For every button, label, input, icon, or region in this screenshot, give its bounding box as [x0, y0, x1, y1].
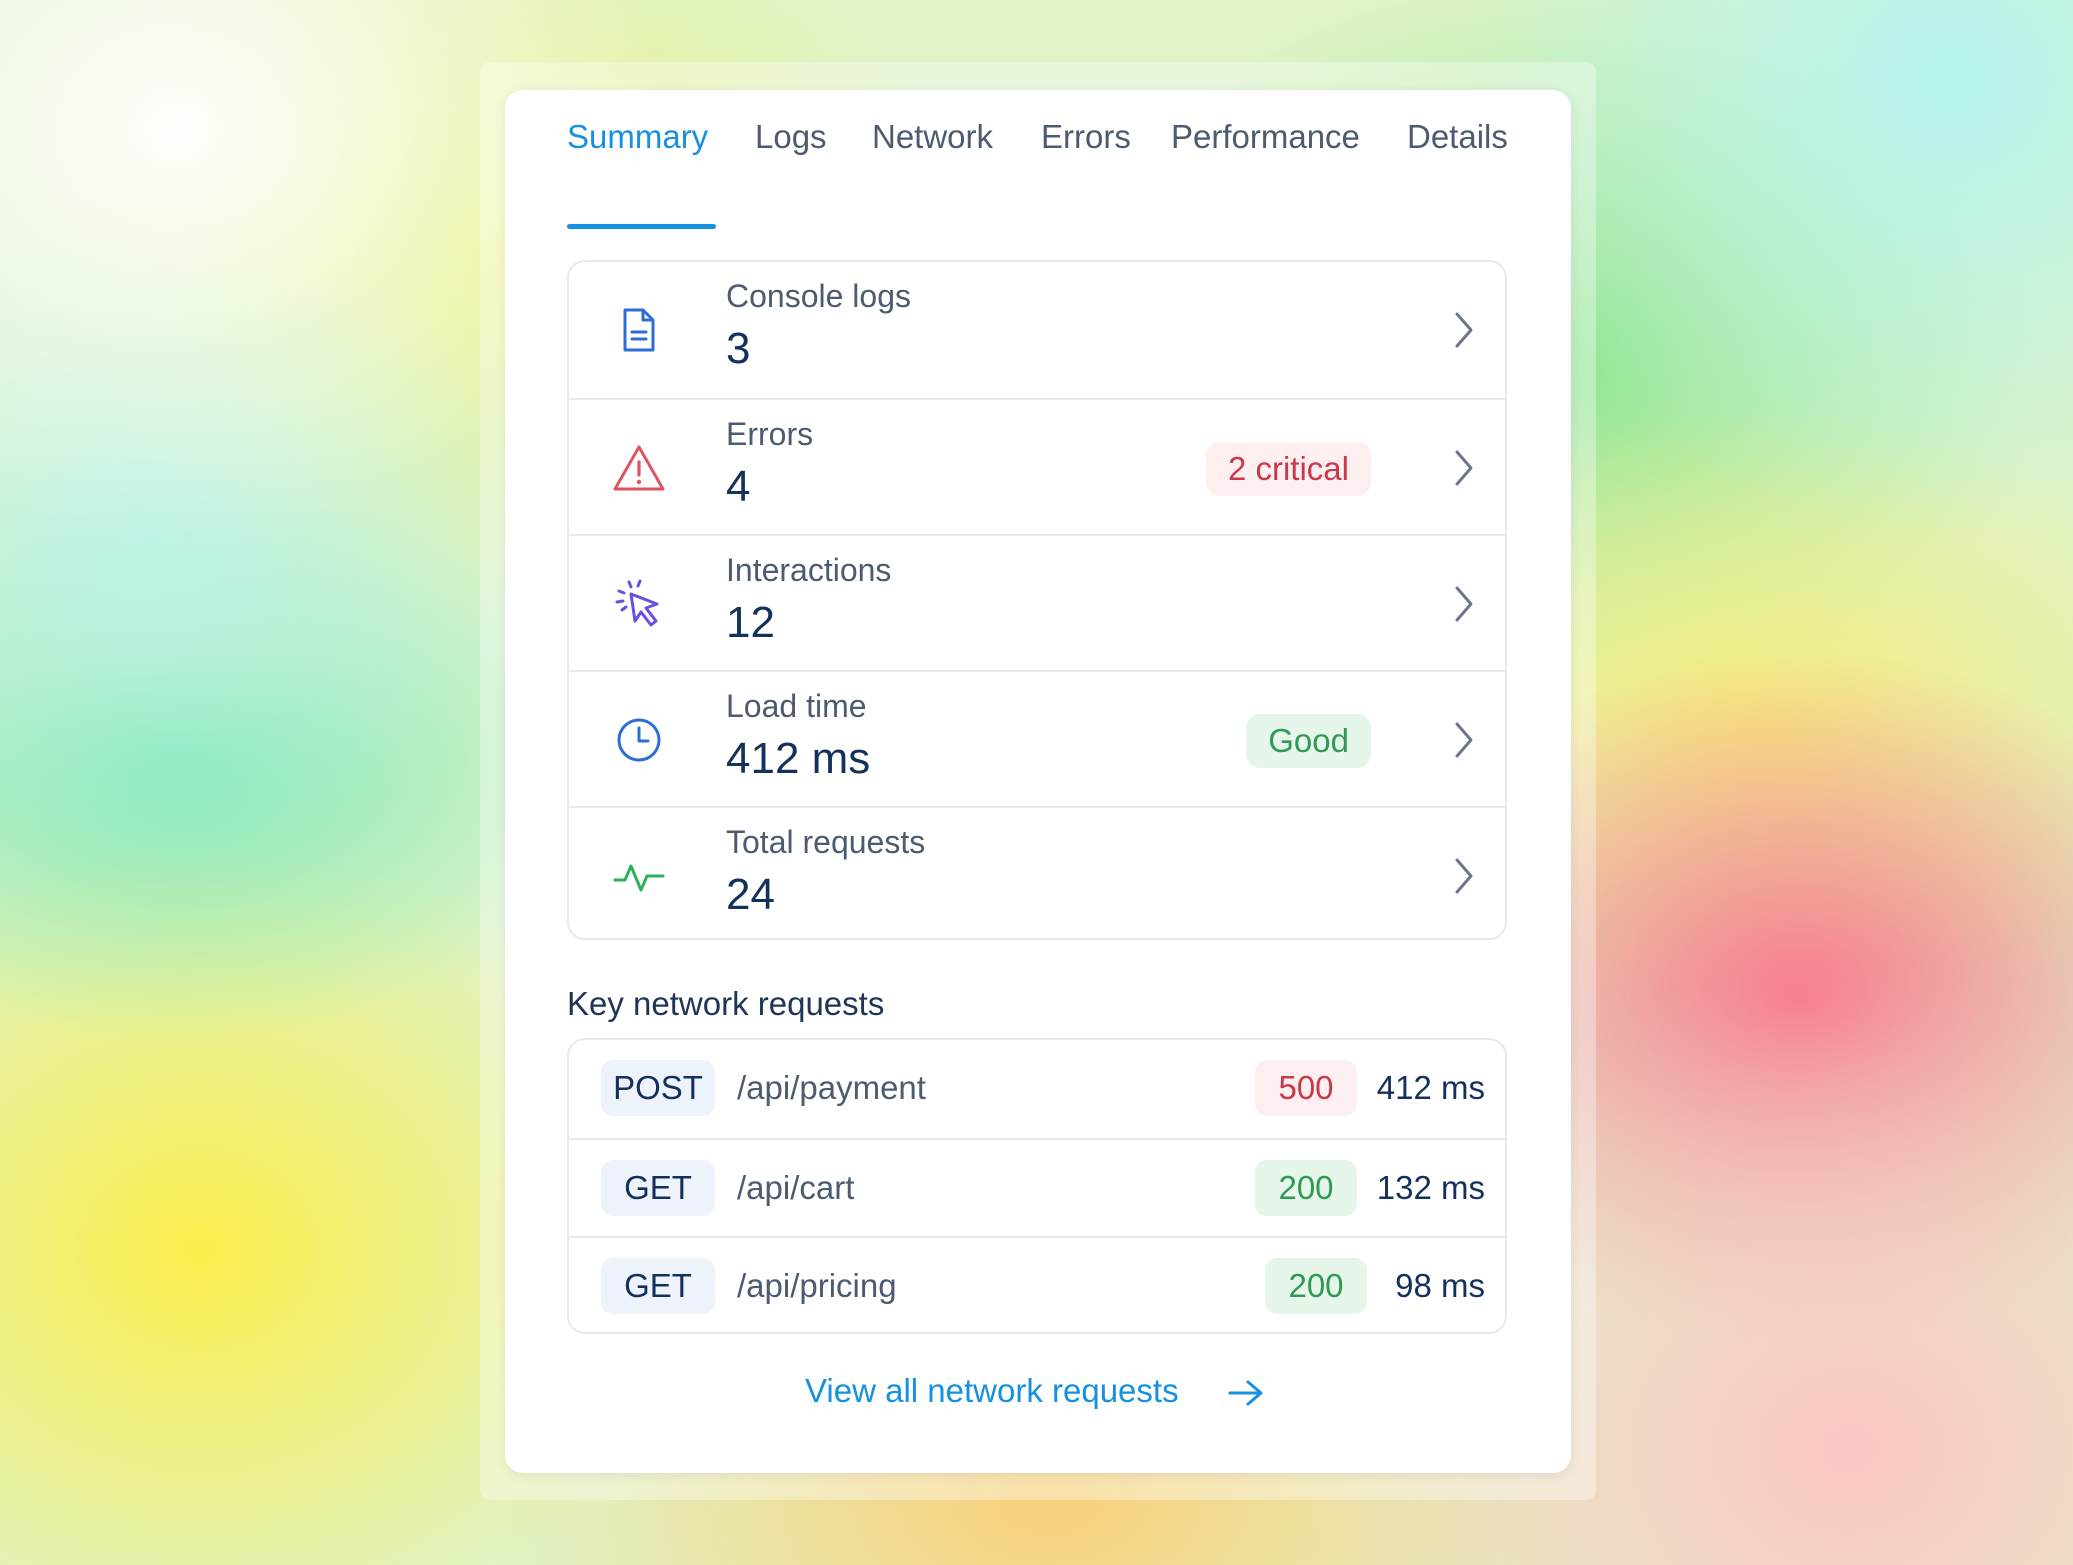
stat-row-load-time[interactable]: Load time 412 ms Good	[569, 670, 1505, 808]
method-badge: POST	[601, 1060, 715, 1116]
stat-row-errors[interactable]: Errors 4 2 critical	[569, 398, 1505, 536]
arrow-right-icon[interactable]	[1227, 1378, 1265, 1408]
request-row-cart[interactable]: GET /api/cart 200 132 ms	[569, 1138, 1505, 1238]
tab-summary[interactable]: Summary	[567, 118, 708, 156]
stat-label: Interactions	[726, 552, 892, 588]
chevron-right-icon	[1455, 722, 1473, 758]
stat-label: Console logs	[726, 278, 911, 314]
stat-label: Load time	[726, 688, 867, 724]
request-path: /api/pricing	[737, 1267, 897, 1304]
document-icon	[623, 308, 655, 352]
stat-row-console-logs[interactable]: Console logs 3	[569, 262, 1505, 398]
summary-panel: Summary Logs Network Errors Performance …	[505, 90, 1571, 1473]
chevron-right-icon	[1455, 312, 1473, 348]
tab-logs[interactable]: Logs	[755, 118, 827, 156]
summary-stats-list: Console logs 3 Errors 4 2 critical Inter…	[567, 260, 1507, 940]
stat-row-interactions[interactable]: Interactions 12	[569, 534, 1505, 672]
request-row-payment[interactable]: POST /api/payment 500 412 ms	[569, 1040, 1505, 1138]
stat-value: 3	[726, 324, 751, 373]
stat-label: Errors	[726, 416, 814, 452]
tab-details[interactable]: Details	[1407, 118, 1508, 156]
tab-performance[interactable]: Performance	[1171, 118, 1360, 156]
stat-value: 24	[726, 870, 775, 919]
tab-errors[interactable]: Errors	[1041, 118, 1131, 156]
method-badge: GET	[601, 1258, 715, 1314]
stat-value: 12	[726, 598, 775, 647]
chevron-right-icon	[1455, 586, 1473, 622]
stat-label: Total requests	[726, 824, 926, 860]
active-tab-indicator	[567, 224, 716, 229]
chevron-right-icon	[1455, 450, 1473, 486]
stat-row-total-requests[interactable]: Total requests 24	[569, 806, 1505, 938]
status-badge: 200	[1255, 1160, 1357, 1216]
request-duration: 132 ms	[1376, 1169, 1485, 1206]
tab-bar: Summary Logs Network Errors Performance …	[567, 90, 1531, 230]
key-network-requests-title: Key network requests	[567, 985, 885, 1022]
warning-icon	[613, 445, 665, 491]
network-requests-list: POST /api/payment 500 412 ms GET /api/ca…	[567, 1038, 1507, 1334]
good-badge: Good	[1246, 714, 1371, 768]
critical-badge: 2 critical	[1205, 442, 1371, 496]
tab-network[interactable]: Network	[872, 118, 993, 156]
request-duration: 98 ms	[1395, 1267, 1485, 1304]
chevron-right-icon	[1455, 858, 1473, 894]
view-all-network-requests-link[interactable]: View all network requests	[805, 1372, 1179, 1410]
request-duration: 412 ms	[1376, 1069, 1485, 1106]
request-row-pricing[interactable]: GET /api/pricing 200 98 ms	[569, 1236, 1505, 1332]
status-badge: 500	[1255, 1060, 1357, 1116]
stat-value: 4	[726, 462, 751, 511]
clock-icon	[617, 718, 661, 762]
request-path: /api/payment	[737, 1069, 926, 1106]
stat-value: 412 ms	[726, 734, 871, 783]
cursor-click-icon	[615, 579, 659, 627]
request-path: /api/cart	[737, 1169, 855, 1206]
activity-icon	[613, 864, 665, 892]
status-badge: 200	[1265, 1258, 1367, 1314]
method-badge: GET	[601, 1160, 715, 1216]
